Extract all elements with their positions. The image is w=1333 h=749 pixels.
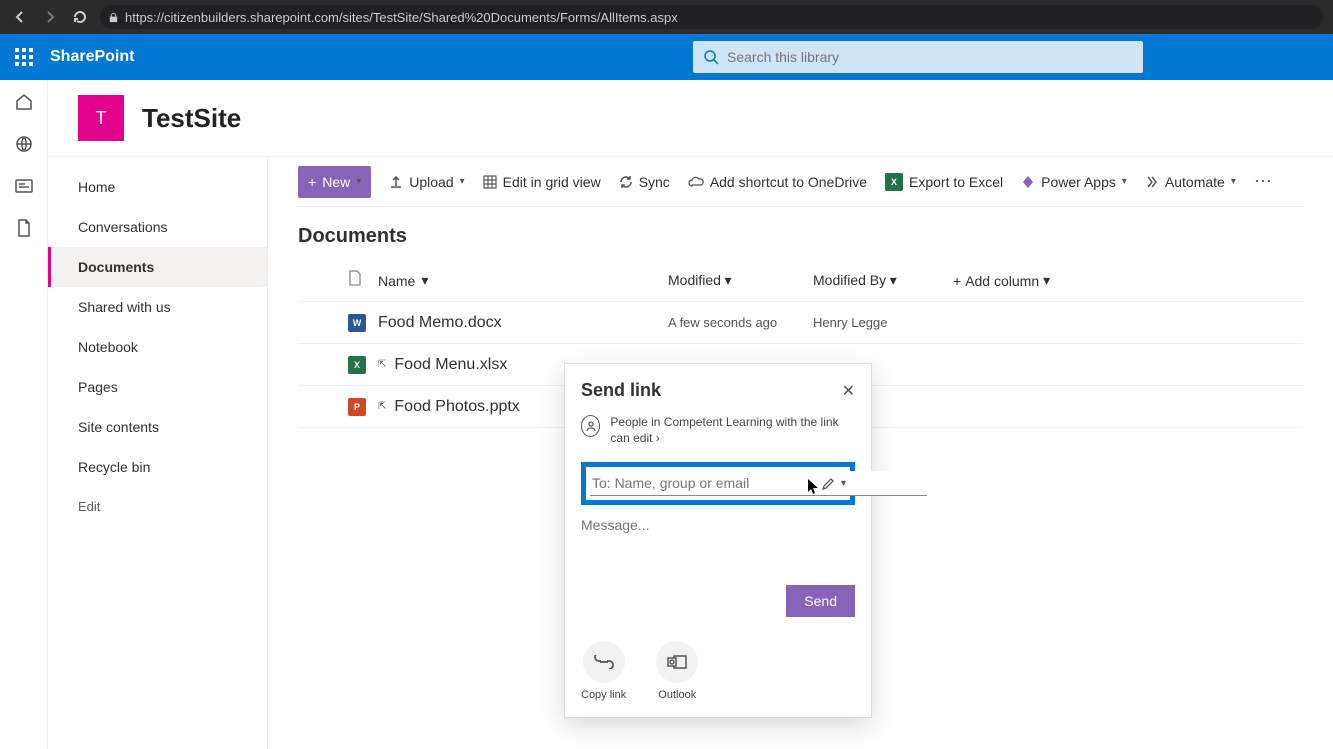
grid-icon [483, 175, 497, 189]
table-row[interactable]: W Food Memo.docx A few seconds ago Henry… [298, 302, 1303, 344]
table-header-row: Name ▾ Modified ▾ Modified By ▾ +Add col… [298, 260, 1303, 302]
chevron-down-icon[interactable]: ▾ [725, 272, 732, 288]
link-icon [583, 641, 625, 683]
add-column[interactable]: +Add column ▾ [953, 272, 1303, 289]
search-icon [703, 49, 719, 65]
shortcut-button[interactable]: Add shortcut to OneDrive [688, 174, 867, 190]
dialog-title: Send link [581, 380, 842, 401]
word-icon: W [348, 314, 366, 332]
search-box[interactable] [693, 41, 1143, 73]
url-text: https://citizenbuilders.sharepoint.com/s… [125, 10, 678, 25]
send-button[interactable]: Send [786, 585, 855, 617]
nav-item-site-contents[interactable]: Site contents [48, 407, 267, 447]
powerapps-icon [1021, 175, 1035, 189]
site-logo[interactable]: T [78, 95, 124, 141]
files-icon[interactable] [14, 218, 34, 238]
copy-link-button[interactable]: Copy link [581, 641, 626, 701]
sync-button[interactable]: Sync [619, 174, 670, 190]
chevron-down-icon[interactable]: ▾ [421, 272, 428, 289]
chevron-down-icon: ▾ [460, 176, 465, 187]
plus-icon: + [308, 174, 316, 190]
site-header: T TestSite [48, 80, 1333, 156]
address-bar[interactable]: https://citizenbuilders.sharepoint.com/s… [100, 5, 1323, 29]
browser-bar: https://citizenbuilders.sharepoint.com/s… [0, 0, 1333, 34]
excel-icon: X [885, 173, 903, 191]
shared-icon: ⇱ [378, 401, 386, 412]
nav-item-pages[interactable]: Pages [48, 367, 267, 407]
more-button[interactable]: ⋯ [1254, 171, 1272, 192]
new-label: New [322, 174, 350, 190]
app-launcher[interactable] [0, 48, 48, 66]
file-modified-by: Henry Legge [813, 315, 953, 330]
chevron-down-icon[interactable]: ▾ [890, 272, 897, 288]
pencil-icon[interactable] [821, 477, 835, 491]
scope-text: People in Competent Learning with the li… [610, 415, 838, 445]
site-nav: HomeConversationsDocumentsShared with us… [48, 157, 268, 749]
file-name: Food Photos.pptx [394, 398, 519, 416]
close-icon[interactable]: ✕ [842, 381, 855, 401]
automate-button[interactable]: Automate ▾ [1145, 174, 1236, 190]
nav-item-conversations[interactable]: Conversations [48, 207, 267, 247]
edit-grid-button[interactable]: Edit in grid view [483, 174, 601, 190]
excel-icon: X [348, 356, 366, 374]
message-input[interactable] [581, 517, 855, 533]
upload-icon [389, 175, 403, 189]
chevron-down-icon[interactable]: ▾ [841, 478, 846, 489]
file-type-icon [348, 270, 362, 286]
shared-icon: ⇱ [378, 359, 386, 370]
home-icon[interactable] [14, 92, 34, 112]
page-title: Documents [298, 225, 1303, 248]
nav-item-documents[interactable]: Documents [48, 247, 267, 287]
link-scope-button[interactable]: People in Competent Learning with the li… [581, 415, 855, 446]
lock-icon [108, 12, 119, 23]
chevron-down-icon: ▾ [1043, 272, 1050, 289]
recipient-box-highlight: ▾ [581, 462, 855, 505]
people-icon [581, 415, 600, 437]
main-content: + New ▾ Upload ▾ Edit in grid view [268, 157, 1333, 749]
brand-name[interactable]: SharePoint [48, 48, 134, 66]
col-modified[interactable]: Modified [668, 272, 721, 288]
nav-item-home[interactable]: Home [48, 167, 267, 207]
automate-icon [1145, 175, 1159, 189]
nav-edit[interactable]: Edit [48, 487, 267, 526]
nav-item-recycle-bin[interactable]: Recycle bin [48, 447, 267, 487]
forward-button[interactable] [40, 7, 60, 27]
nav-item-notebook[interactable]: Notebook [48, 327, 267, 367]
reload-button[interactable] [70, 7, 90, 27]
col-name[interactable]: Name [378, 273, 415, 289]
outlook-icon [656, 641, 698, 683]
powerapps-button[interactable]: Power Apps ▾ [1021, 174, 1127, 190]
cursor-icon [807, 478, 821, 496]
left-rail [0, 80, 48, 749]
upload-button[interactable]: Upload ▾ [389, 174, 464, 190]
search-input[interactable] [727, 49, 1133, 65]
chevron-down-icon: ▾ [1122, 176, 1127, 187]
export-excel-button[interactable]: X Export to Excel [885, 173, 1003, 191]
command-bar: + New ▾ Upload ▾ Edit in grid view [298, 157, 1303, 207]
suite-header: SharePoint [0, 34, 1333, 80]
onedrive-icon [688, 176, 704, 188]
file-name: Food Menu.xlsx [394, 356, 507, 374]
col-modifiedby[interactable]: Modified By [813, 272, 886, 288]
nav-item-shared-with-us[interactable]: Shared with us [48, 287, 267, 327]
back-button[interactable] [10, 7, 30, 27]
chevron-down-icon: ▾ [356, 176, 361, 187]
site-title[interactable]: TestSite [142, 103, 241, 134]
sync-icon [619, 175, 633, 189]
file-modified: A few seconds ago [668, 315, 813, 330]
news-icon[interactable] [14, 176, 34, 196]
recipient-input[interactable] [590, 471, 927, 496]
globe-icon[interactable] [14, 134, 34, 154]
send-link-dialog: Send link ✕ People in Competent Learning… [564, 363, 872, 718]
outlook-button[interactable]: Outlook [656, 641, 698, 701]
new-button[interactable]: + New ▾ [298, 166, 371, 198]
ppt-icon: P [348, 398, 366, 416]
file-name: Food Memo.docx [378, 314, 502, 332]
chevron-right-icon: › [656, 431, 660, 445]
chevron-down-icon: ▾ [1231, 176, 1236, 187]
